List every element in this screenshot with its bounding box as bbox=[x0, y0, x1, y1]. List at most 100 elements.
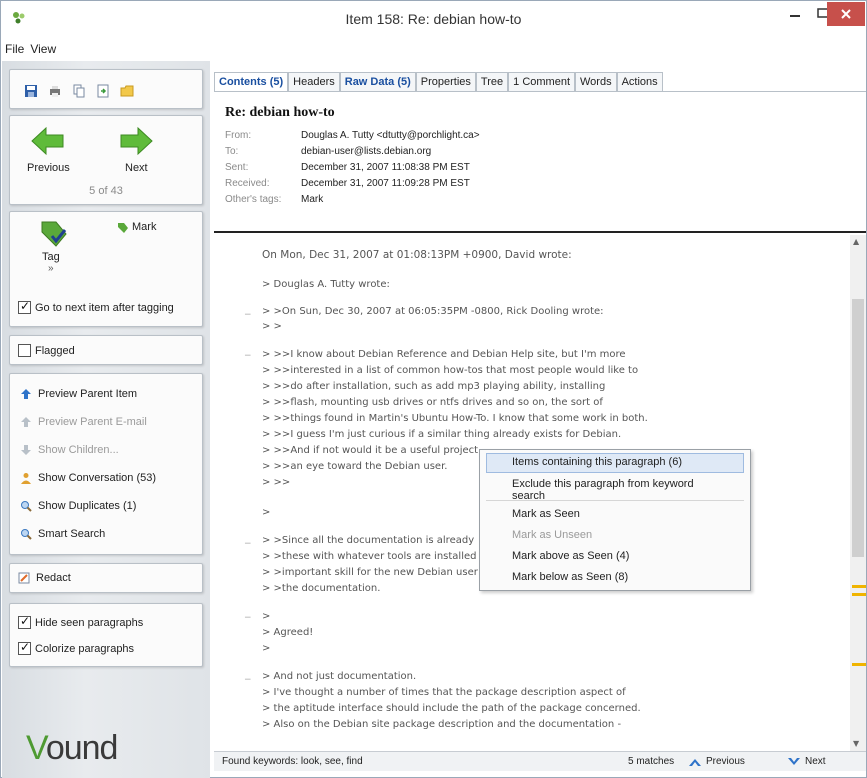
action-label: Show Children... bbox=[38, 444, 119, 456]
previous-match-button[interactable]: Previous bbox=[688, 756, 745, 767]
toolbar-panel bbox=[9, 69, 203, 109]
collapse-toggle[interactable]: − bbox=[244, 351, 252, 361]
show-children-link[interactable]: Show Children... bbox=[10, 436, 202, 464]
body-line: > >>things found in Martin's Ubuntu How-… bbox=[262, 413, 648, 424]
tab-headers[interactable]: Headers bbox=[288, 72, 340, 91]
next-match-label: Next bbox=[805, 756, 826, 767]
redact-label: Redact bbox=[36, 572, 71, 584]
preview-parent-email-link[interactable]: Preview Parent E-mail bbox=[10, 408, 202, 436]
menu-item-items-containing[interactable]: Items containing this paragraph (6) bbox=[486, 453, 744, 473]
next-match-button[interactable]: Next bbox=[787, 756, 826, 767]
flagged-checkbox[interactable]: Flagged bbox=[18, 344, 75, 357]
scroll-down-icon[interactable]: ▼ bbox=[853, 739, 859, 748]
menu-item-mark-above-seen[interactable]: Mark above as Seen (4) bbox=[486, 547, 744, 567]
keyword-marker[interactable] bbox=[852, 593, 866, 596]
header-row-sent: Sent: December 31, 2007 11:08:38 PM EST bbox=[225, 162, 470, 173]
navigation-panel: Previous Next 5 of 43 bbox=[9, 115, 203, 205]
arrow-up-icon bbox=[21, 417, 31, 427]
hide-seen-label: Hide seen paragraphs bbox=[35, 616, 144, 629]
tab-tree[interactable]: Tree bbox=[475, 72, 509, 91]
header-key: From: bbox=[225, 130, 252, 141]
checkbox-box[interactable] bbox=[18, 344, 31, 357]
vound-logo: Vound bbox=[26, 729, 118, 767]
checkbox-box[interactable] bbox=[18, 640, 31, 655]
chevron-down-icon bbox=[788, 757, 800, 765]
magnifier-icon bbox=[21, 501, 32, 512]
previous-match-label: Previous bbox=[706, 756, 745, 767]
header-value: debian-user@lists.debian.org bbox=[301, 146, 432, 157]
previous-arrow-icon[interactable] bbox=[30, 124, 66, 158]
collapse-toggle[interactable]: − bbox=[244, 675, 252, 685]
chevron-up-icon bbox=[689, 758, 701, 766]
checkbox-box[interactable] bbox=[18, 299, 31, 314]
vertical-scrollbar[interactable]: ▲ ▼ bbox=[850, 235, 866, 753]
copy-icon[interactable] bbox=[72, 84, 86, 98]
checkbox-box[interactable] bbox=[18, 614, 31, 629]
colorize-paragraphs-checkbox[interactable]: Colorize paragraphs bbox=[18, 640, 134, 655]
body-line: > > bbox=[262, 321, 282, 332]
menu-item-mark-seen[interactable]: Mark as Seen bbox=[486, 505, 744, 525]
keyword-marker[interactable] bbox=[852, 585, 866, 588]
body-line: > bbox=[262, 643, 271, 654]
collapse-toggle[interactable]: − bbox=[244, 539, 252, 549]
scroll-up-icon[interactable]: ▲ bbox=[853, 237, 859, 246]
mark-tag-label[interactable]: Mark bbox=[132, 221, 156, 233]
tab-words[interactable]: Words bbox=[575, 72, 617, 91]
tab-bar: Contents (5) Headers Raw Data (5) Proper… bbox=[214, 72, 663, 92]
keyword-marker[interactable] bbox=[852, 663, 866, 666]
body-line: > >these with whatever tools are install… bbox=[262, 551, 477, 562]
close-icon[interactable] bbox=[827, 2, 865, 26]
body-line: > the aptitude interface should include … bbox=[262, 703, 641, 714]
body-line: > >> bbox=[262, 477, 291, 488]
action-label: Smart Search bbox=[38, 528, 106, 540]
status-bar: Found keywords: look, see, find 5 matche… bbox=[214, 751, 866, 771]
go-next-after-tagging-checkbox[interactable]: Go to next item after tagging bbox=[18, 299, 174, 314]
view-options-panel: Hide seen paragraphs Colorize paragraphs bbox=[9, 603, 203, 667]
body-line: > >>And if not would it be a useful proj… bbox=[262, 445, 479, 456]
show-conversation-link[interactable]: Show Conversation (53) bbox=[10, 464, 202, 492]
show-duplicates-link[interactable]: Show Duplicates (1) bbox=[10, 492, 202, 520]
menu-file[interactable]: File bbox=[5, 42, 24, 56]
paragraph-context-menu: Items containing this paragraph (6) Excl… bbox=[479, 449, 751, 591]
tag-label[interactable]: Tag bbox=[42, 251, 60, 263]
tab-properties[interactable]: Properties bbox=[415, 72, 476, 91]
flagged-panel: Flagged bbox=[9, 335, 203, 365]
tab-actions[interactable]: Actions bbox=[616, 72, 663, 91]
folder-icon[interactable] bbox=[120, 84, 134, 98]
match-count: 5 matches bbox=[628, 756, 675, 767]
menu-item-mark-below-seen[interactable]: Mark below as Seen (8) bbox=[486, 568, 744, 588]
title-bar: Item 158: Re: debian how-to bbox=[1, 1, 866, 37]
save-icon[interactable] bbox=[24, 84, 38, 98]
next-button[interactable]: Next bbox=[125, 162, 148, 174]
hide-seen-paragraphs-checkbox[interactable]: Hide seen paragraphs bbox=[18, 614, 144, 629]
collapse-toggle[interactable]: − bbox=[244, 613, 252, 623]
found-keywords: Found keywords: look, see, find bbox=[222, 756, 363, 767]
smart-search-link[interactable]: Smart Search bbox=[10, 520, 202, 548]
action-label: Preview Parent Item bbox=[38, 388, 138, 400]
body-line: > >the documentation. bbox=[262, 583, 381, 594]
preview-parent-item-link[interactable]: Preview Parent Item bbox=[10, 380, 202, 408]
tag-icon[interactable] bbox=[40, 220, 68, 248]
minimize-icon[interactable] bbox=[781, 2, 811, 26]
header-key: To: bbox=[225, 146, 239, 157]
header-value: December 31, 2007 11:08:38 PM EST bbox=[301, 162, 470, 173]
collapse-toggle[interactable]: − bbox=[244, 310, 252, 320]
print-icon[interactable] bbox=[48, 84, 62, 98]
menu-item-exclude-paragraph[interactable]: Exclude this paragraph from keyword sear… bbox=[486, 475, 744, 502]
tab-contents[interactable]: Contents (5) bbox=[214, 72, 289, 91]
redact-button[interactable]: Redact bbox=[10, 564, 202, 592]
tab-comment[interactable]: 1 Comment bbox=[508, 72, 575, 91]
tag-expand-icon[interactable]: » bbox=[48, 263, 54, 274]
tab-raw-data[interactable]: Raw Data (5) bbox=[339, 72, 416, 91]
menu-view[interactable]: View bbox=[30, 42, 56, 56]
scroll-thumb[interactable] bbox=[852, 299, 864, 557]
body-line: > Also on the Debian site package descri… bbox=[262, 719, 622, 730]
redact-panel: Redact bbox=[9, 563, 203, 593]
export-icon[interactable] bbox=[96, 84, 110, 98]
menu-item-mark-unseen[interactable]: Mark as Unseen bbox=[486, 526, 744, 546]
body-line: > >>I guess I'm just curious if a simila… bbox=[262, 429, 622, 440]
previous-button[interactable]: Previous bbox=[27, 162, 70, 174]
tagging-panel: Tag » Mark Go to next item after tagging bbox=[9, 211, 203, 327]
next-arrow-icon[interactable] bbox=[118, 124, 154, 158]
header-divider bbox=[214, 231, 866, 233]
